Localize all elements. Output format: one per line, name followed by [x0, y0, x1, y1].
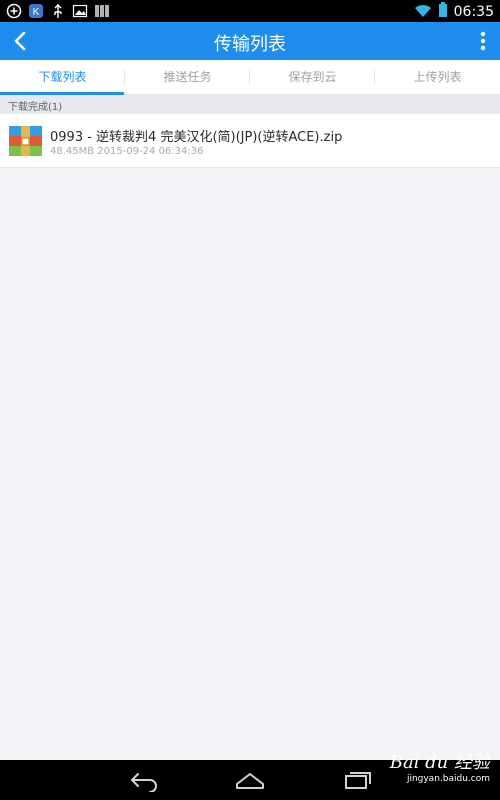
tab-upload-list[interactable]: 上传列表: [375, 60, 500, 94]
tab-save-to-cloud[interactable]: 保存到云: [250, 60, 375, 94]
usb-icon: [50, 3, 66, 19]
more-vert-icon[interactable]: [478, 30, 488, 52]
back-nav-icon[interactable]: [128, 768, 160, 796]
svg-text:K: K: [33, 7, 40, 18]
tab-download-list[interactable]: 下载列表: [0, 60, 125, 95]
tab-label: 保存到云: [288, 70, 337, 84]
zip-archive-icon: [9, 126, 42, 156]
file-name: 0993 - 逆转裁判4 完美汉化(简)(JP)(逆转ACE).zip: [50, 130, 343, 145]
watermark-logo: Bai du 经验: [389, 752, 490, 773]
app-k-icon: K: [28, 3, 44, 19]
tab-push-tasks[interactable]: 推送任务: [125, 60, 250, 94]
tab-bar: 下载列表 推送任务 保存到云 上传列表: [0, 60, 500, 95]
section-header: 下载完成(1): [0, 95, 500, 114]
status-time: 06:35: [453, 4, 494, 20]
watermark: Bai du 经验 jingyan.baidu.com: [390, 748, 490, 784]
tab-label: 推送任务: [163, 70, 212, 84]
home-nav-icon[interactable]: [234, 768, 266, 796]
wifi-icon: [414, 3, 432, 22]
battery-icon: [438, 2, 448, 22]
page-title: 传输列表: [214, 34, 286, 55]
add-circle-icon: [6, 3, 22, 19]
barcode-icon: [94, 3, 110, 19]
recents-nav-icon[interactable]: [342, 768, 374, 796]
status-bar: K 06:35: [0, 0, 500, 22]
watermark-url: jingyan.baidu.com: [406, 774, 490, 784]
section-label: 下载完成(1): [8, 102, 63, 113]
image-icon: [72, 3, 88, 19]
tab-label: 下载列表: [38, 70, 87, 84]
file-meta: 48.45MB 2015-09-24 06:34:36: [50, 146, 204, 157]
tab-label: 上传列表: [413, 70, 462, 84]
app-bar: 传输列表: [0, 22, 500, 60]
list-item[interactable]: 0993 - 逆转裁判4 完美汉化(简)(JP)(逆转ACE).zip 48.4…: [0, 114, 500, 168]
